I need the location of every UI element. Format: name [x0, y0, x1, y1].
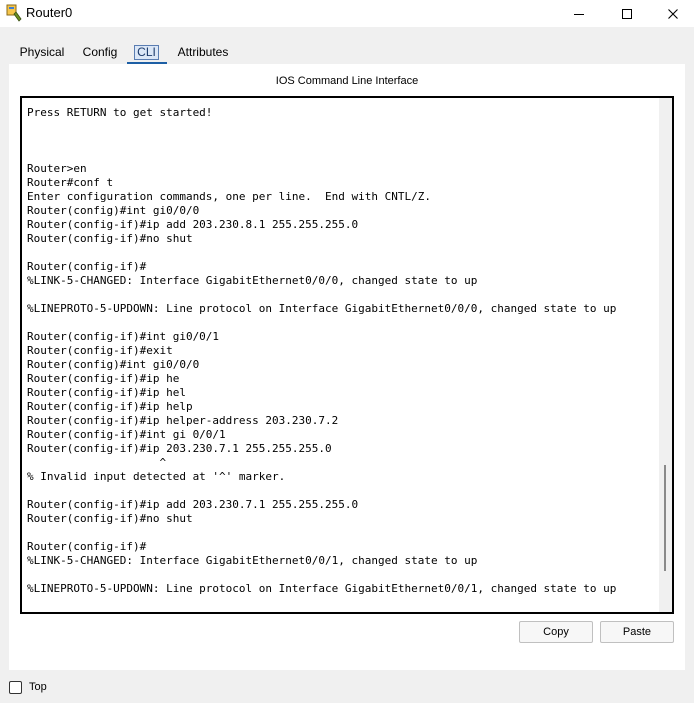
top-checkbox[interactable] [9, 680, 22, 694]
console-line: %LINK-5-CHANGED: Interface GigabitEthern… [27, 274, 478, 287]
console-line: Router(config-if)#exit [27, 344, 173, 357]
console-scrollbar[interactable] [659, 98, 672, 612]
console-line: Router(config-if)#ip hel [27, 386, 186, 399]
console-line: Router(config-if)#int gi0/0/1 [27, 330, 220, 343]
console-line: Router#conf t [27, 176, 114, 189]
minimize-button[interactable] [556, 0, 602, 27]
close-button[interactable] [650, 0, 694, 27]
console-text: Press RETURN to get started! Router>en Rou… [27, 106, 659, 596]
console-line: Router(config-if)#ip helper-address 203.… [27, 414, 339, 427]
maximize-icon [622, 8, 632, 19]
console-line: %LINK-5-CHANGED: Interface GigabitEthern… [27, 554, 478, 567]
tab-config-label: Config [82, 45, 118, 59]
console-line: Press RETURN to get started! [27, 106, 213, 119]
close-icon [668, 8, 678, 19]
title-bar: Router0 [0, 0, 694, 27]
console-line: ^ [27, 456, 167, 469]
tab-config[interactable]: Config [76, 39, 124, 65]
console-line: Router(config-if)#ip 203.230.7.1 255.255… [27, 442, 332, 455]
tab-attributes-label: Attributes [177, 45, 229, 59]
maximize-button[interactable] [604, 0, 650, 27]
paste-button[interactable]: Paste [600, 621, 674, 643]
console-line: Router(config-if)#ip add 203.230.8.1 255… [27, 218, 359, 231]
console-line: Router(config-if)#no shut [27, 232, 193, 245]
console-line: Router(config)#int gi0/0/0 [27, 204, 200, 217]
tab-physical[interactable]: Physical [13, 39, 71, 65]
cli-panel: IOS Command Line Interface Press RETURN … [9, 64, 685, 670]
tab-cli-label: CLI [134, 44, 159, 60]
console-line: %LINEPROTO-5-UPDOWN: Line protocol on In… [27, 582, 617, 595]
minimize-icon [574, 13, 584, 15]
console-output[interactable]: Press RETURN to get started! Router>en Rou… [20, 96, 674, 614]
top-label: Top [29, 681, 47, 693]
panel-title: IOS Command Line Interface [275, 75, 419, 87]
copy-button[interactable]: Copy [519, 621, 593, 643]
console-line: Router(config-if)#ip add 203.230.7.1 255… [27, 498, 359, 511]
console-line: Router>en [27, 162, 87, 175]
console-line: Router(config-if)#ip he [27, 372, 180, 385]
tab-attributes[interactable]: Attributes [171, 39, 235, 65]
console-line: Router(config)#int gi0/0/0 [27, 358, 200, 371]
console-line: Router(config-if)# [27, 260, 147, 273]
console-line: Router(config-if)# [27, 540, 147, 553]
scrollbar-thumb[interactable] [664, 465, 666, 571]
console-line: Router(config-if)#ip help [27, 400, 193, 413]
console-line: %LINEPROTO-5-UPDOWN: Line protocol on In… [27, 302, 617, 315]
router-icon [6, 4, 22, 22]
window-title: Router0 [26, 5, 73, 20]
console-line: Enter configuration commands, one per li… [27, 190, 431, 203]
tab-physical-label: Physical [19, 45, 65, 59]
console-line: % Invalid input detected at '^' marker. [27, 470, 286, 483]
console-line: Router(config-if)#no shut [27, 512, 193, 525]
console-line: Router(config-if)#int gi 0/0/1 [27, 428, 226, 441]
footer: Top [9, 679, 47, 695]
